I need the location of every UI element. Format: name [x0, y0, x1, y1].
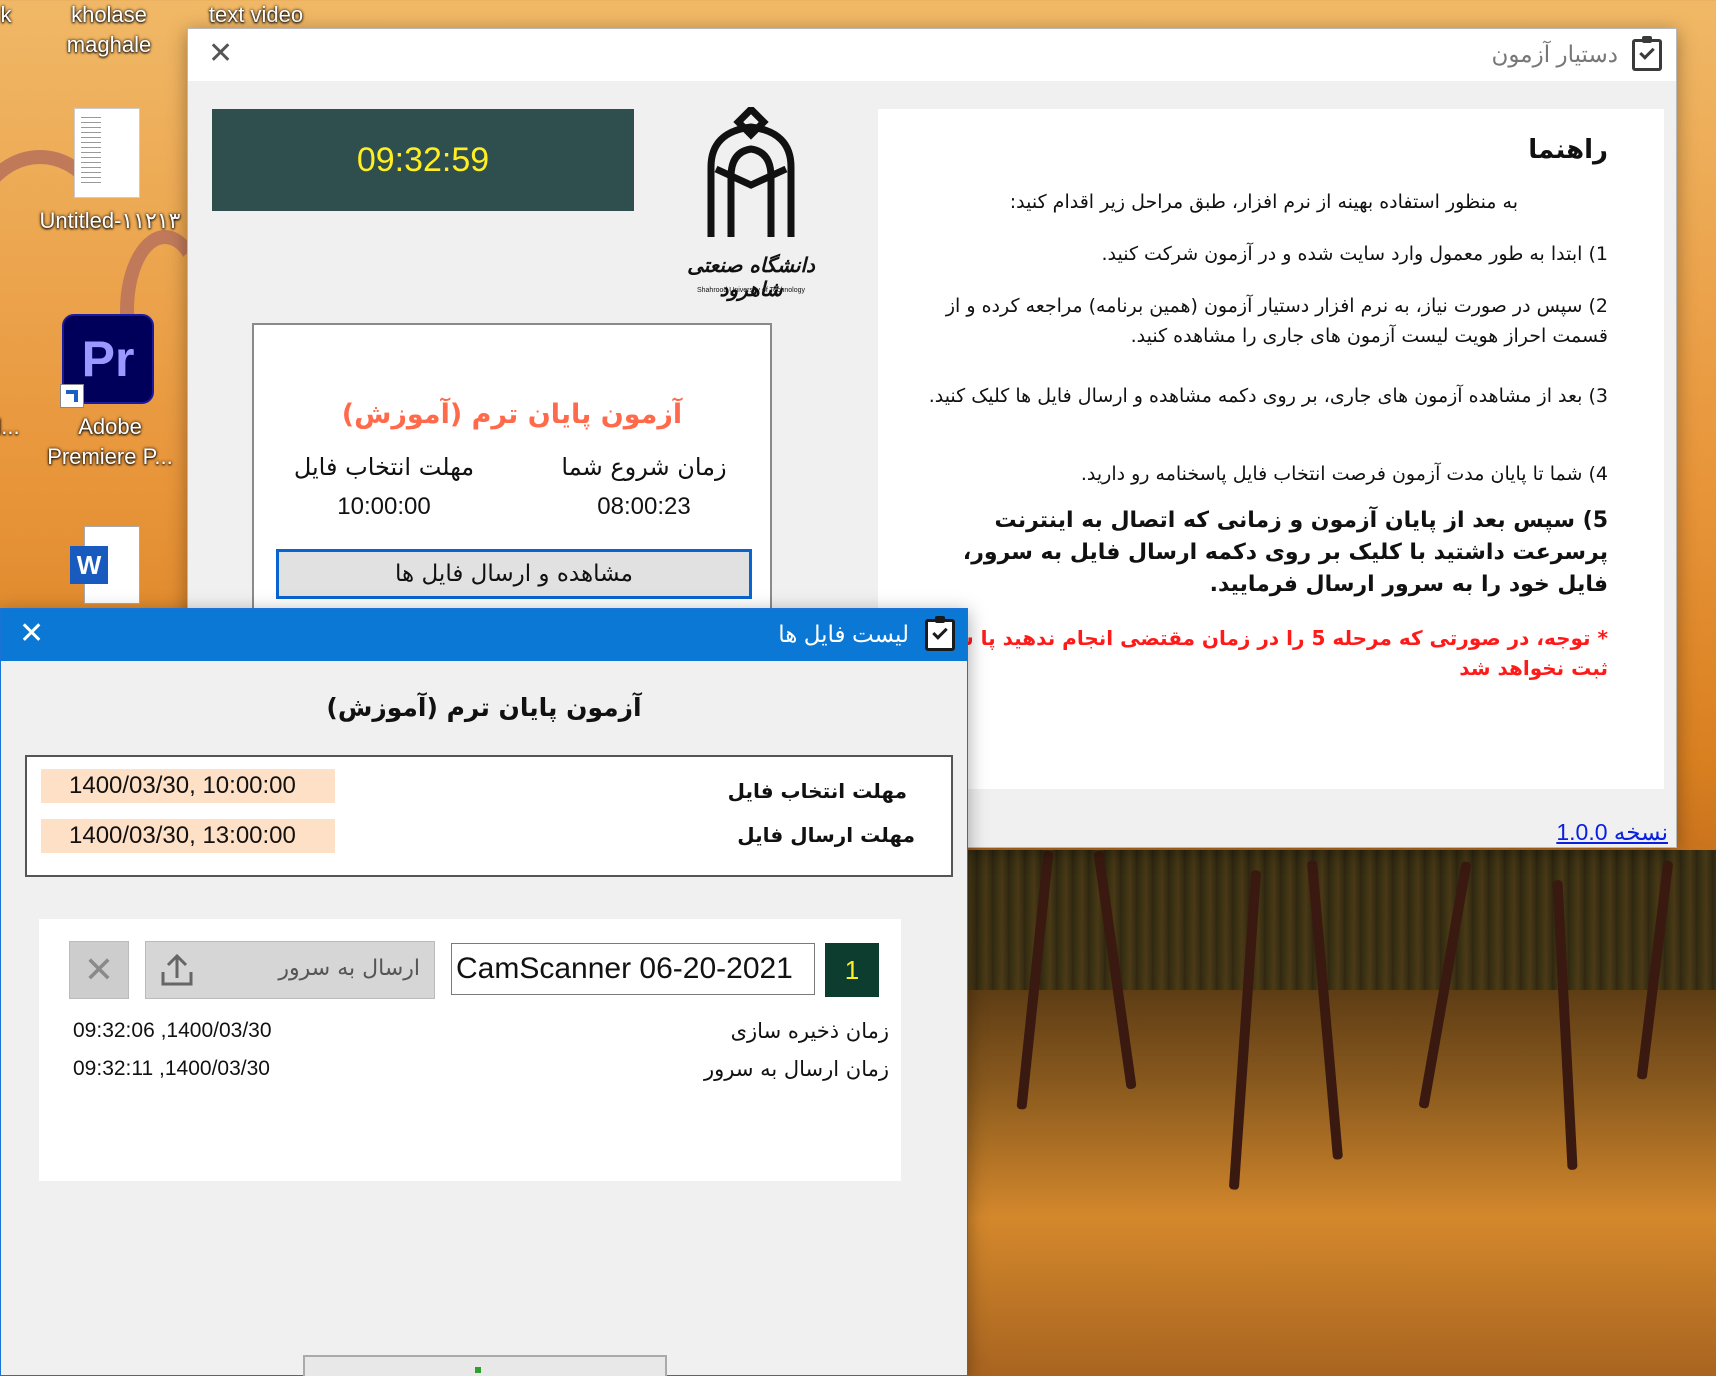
clipboard-check-icon	[1632, 36, 1662, 71]
help-step-1: 1) ابتدا به طور معمول وارد سایت شده و در…	[1101, 243, 1608, 265]
help-step-2: 2) سپس در صورت نیاز، به نرم افزار دستیار…	[945, 295, 1608, 347]
files-titlebar: ✕ لیست فایل ها	[1, 609, 967, 661]
file-name-field[interactable]	[451, 943, 815, 995]
desktop-icon-label[interactable]: l...	[0, 412, 20, 442]
university-emblem-icon	[707, 104, 795, 237]
exam-title: آزمون پایان ترم (آموزش)	[341, 399, 683, 430]
version-link[interactable]: نسخه 1.0.0	[1556, 819, 1668, 846]
select-deadline-label: مهلت انتخاب فایل	[727, 779, 907, 803]
desktop-icon-kholase-maghale[interactable]: kholase maghale	[44, 0, 174, 60]
university-name-en: Shahrood University of Technology	[696, 287, 806, 294]
files-exam-title: آزمون پایان ترم (آموزش)	[326, 693, 642, 722]
upload-icon	[161, 953, 193, 986]
desktop-icon-untitled[interactable]: Untitled-۱۱۲۱۳	[30, 206, 190, 236]
sent-time-label: زمان ارسال به سرور	[703, 1057, 889, 1081]
send-to-server-button[interactable]: ارسال به سرور	[145, 941, 435, 999]
file-item: 1 ارسال به سرور ✕ زمان ذخیره سازی 1400/0…	[39, 919, 901, 1181]
word-doc-icon[interactable]: W	[70, 526, 140, 606]
start-time-value: 08:00:23	[597, 493, 691, 520]
delete-x-icon: ✕	[83, 949, 115, 991]
select-deadline-value: 1400/03/30, 10:00:00	[41, 769, 335, 803]
clipboard-check-icon	[925, 616, 955, 651]
file-list-window: ✕ لیست فایل ها آزمون پایان ترم (آموزش) 1…	[0, 608, 968, 1376]
shortcut-arrow-icon	[60, 384, 84, 408]
word-glyph: W	[70, 546, 108, 584]
desktop-wallpaper-reeds	[960, 850, 1716, 990]
close-icon[interactable]: ✕	[208, 39, 233, 69]
help-step-5: 5) سپس بعد از پایان آزمون و زمانی که اتص…	[962, 508, 1608, 597]
desktop-icon-text-video[interactable]: text video	[196, 0, 316, 30]
help-panel: راهنما به منظور استفاده بهینه از نرم افز…	[878, 109, 1664, 789]
files-window-title: لیست فایل ها	[778, 621, 909, 647]
university-logo: دانشگاه صنعتی شاهرود Shahrood University…	[676, 104, 826, 307]
help-note: * توجه، در صورتی که مرحله 5 را در زمان م…	[933, 626, 1608, 680]
main-window-title: دستیار آزمون	[1491, 41, 1619, 67]
premiere-glyph: Pr	[81, 331, 135, 387]
saved-time-value: 1400/03/30, 09:32:06	[73, 1019, 272, 1042]
send-to-server-label: ارسال به سرور	[278, 956, 420, 981]
bottom-action-button[interactable]	[303, 1355, 667, 1376]
document-icon[interactable]	[74, 108, 140, 198]
send-deadline-value: 1400/03/30, 13:00:00	[41, 819, 335, 853]
help-step-3: 3) بعد از مشاهده آزمون های جاری، بر روی …	[928, 385, 1608, 407]
view-and-send-files-button[interactable]: مشاهده و ارسال فایل ها	[276, 549, 752, 599]
desktop-icon-premiere[interactable]: Adobe Premiere P...	[30, 412, 190, 472]
deadlines-box: 1400/03/30, 10:00:00 مهلت انتخاب فایل 14…	[25, 755, 953, 877]
help-step-4: 4) شما تا پایان مدت آزمون فرصت انتخاب فا…	[1080, 463, 1608, 485]
clock-display: 09:32:59	[212, 109, 634, 211]
deadline-value: 10:00:00	[337, 493, 431, 520]
saved-time-label: زمان ذخیره سازی	[730, 1019, 889, 1043]
desktop-icon-label[interactable]: k	[0, 0, 16, 30]
main-titlebar: ✕ دستیار آزمون	[188, 29, 1676, 81]
exam-info-box: آزمون پایان ترم (آموزش) زمان شروع شما مه…	[252, 323, 772, 623]
close-icon[interactable]: ✕	[19, 619, 44, 649]
file-number-badge: 1	[825, 943, 879, 997]
send-deadline-label: مهلت ارسال فایل	[737, 823, 915, 847]
sent-time-value: 1400/03/30, 09:32:11	[73, 1057, 270, 1080]
help-title: راهنما	[1528, 135, 1608, 165]
start-time-label: زمان شروع شما	[561, 453, 727, 481]
help-intro: به منظور استفاده بهینه از نرم افزار، طبق…	[1009, 191, 1518, 213]
delete-file-button[interactable]: ✕	[69, 941, 129, 999]
deadline-label: مهلت انتخاب فایل	[293, 453, 475, 481]
